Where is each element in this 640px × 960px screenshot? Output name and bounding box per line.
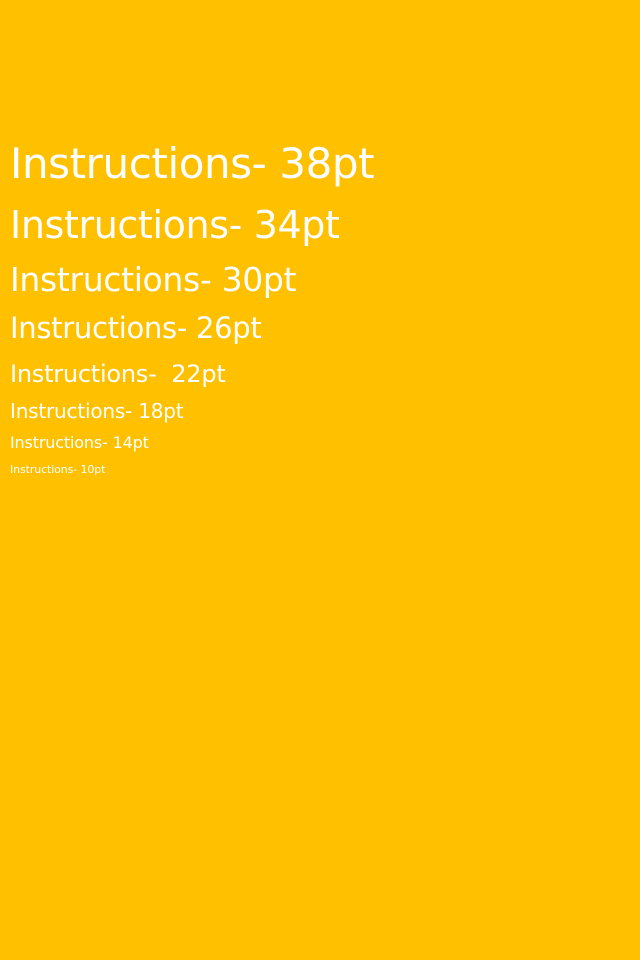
font-sample-30pt: Instructions- 30pt bbox=[10, 260, 297, 299]
font-sample-14pt: Instructions- 14pt bbox=[10, 433, 149, 452]
font-sample-38pt: Instructions- 38pt bbox=[10, 139, 375, 188]
slide-canvas: { "theme": { "background_color": "#FFC00… bbox=[0, 0, 640, 960]
font-sample-26pt: Instructions- 26pt bbox=[10, 311, 262, 345]
font-sample-22pt: Instructions- 22pt bbox=[10, 360, 226, 388]
font-sample-10pt: Instructions- 10pt bbox=[10, 463, 106, 476]
font-sample-18pt: Instructions- 18pt bbox=[10, 399, 184, 423]
font-sample-34pt: Instructions- 34pt bbox=[10, 203, 340, 247]
